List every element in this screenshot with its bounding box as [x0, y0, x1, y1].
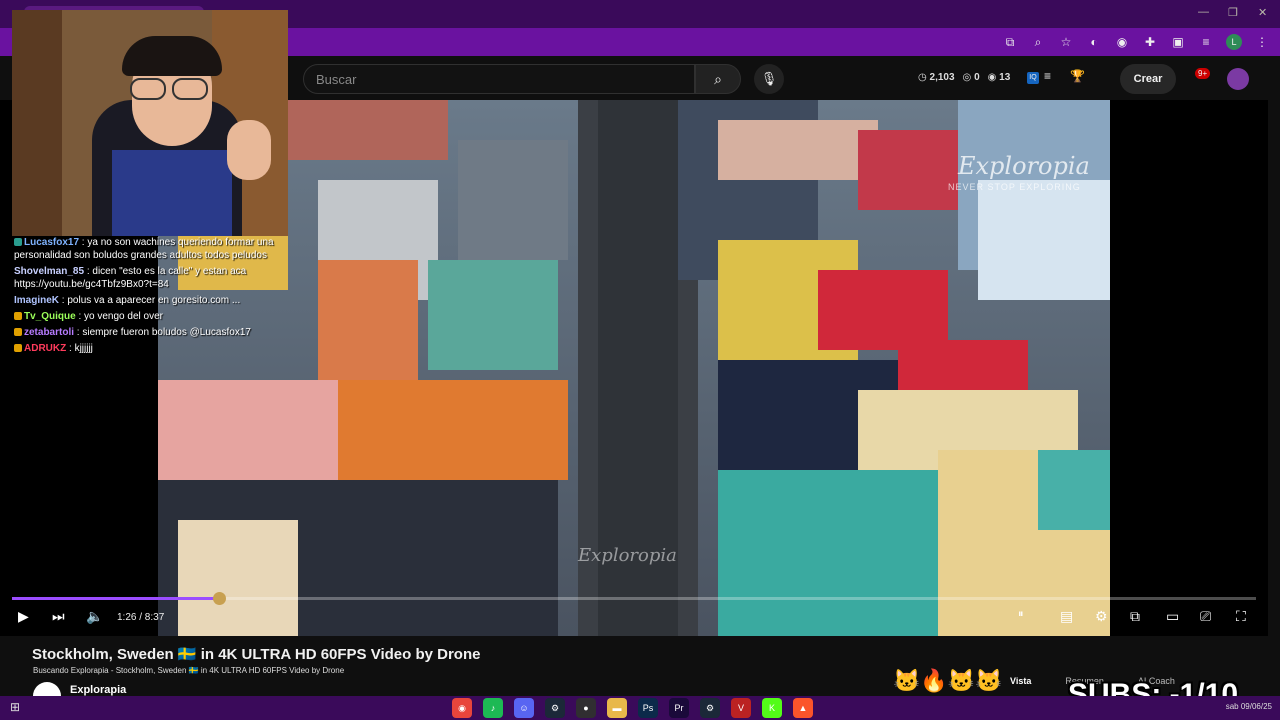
cast-icon[interactable]: ⧉: [1002, 34, 1018, 50]
chat-overlay: Lucasfox17 : ya no son wachines queriend…: [14, 236, 289, 358]
search-icon: ⌕: [714, 71, 722, 87]
playlist-icon[interactable]: ≡: [1198, 34, 1214, 50]
taskbar-app-spotify-icon[interactable]: ♪: [483, 698, 503, 718]
chat-username: Tv_Quique: [24, 311, 76, 322]
taskbar-app-premiere-icon[interactable]: Pr: [669, 698, 689, 718]
watermark-tagline: NEVER STOP EXPLORING: [948, 182, 1081, 192]
watermark-logo-bottom: Exploropia: [578, 545, 677, 566]
chat-badge-icon: [14, 312, 22, 321]
taskbar-app-steam2-icon[interactable]: ⚙: [700, 698, 720, 718]
chat-badge-icon: [14, 344, 22, 353]
taskbar-app-folder-icon[interactable]: ▬: [607, 698, 627, 718]
chat-message: Lucasfox17 : ya no son wachines queriend…: [14, 237, 274, 261]
chat-username: ADRUKZ: [24, 343, 67, 354]
create-button[interactable]: Crear: [1120, 64, 1176, 94]
close-button[interactable]: ✕: [1258, 6, 1267, 19]
chat-message: Shovelman_85 : dicen "esto es la calle" …: [14, 266, 247, 290]
cat-emotes: 🐱🔥🐱🐱: [893, 668, 1003, 693]
volume-icon[interactable]: 🔈: [86, 608, 103, 625]
time-display: 1:26 / 8:37: [117, 612, 165, 623]
more-menu-icon[interactable]: ⋮: [1254, 34, 1270, 50]
taskbar-app-voicemeeter-icon[interactable]: V: [731, 698, 751, 718]
fullscreen-icon[interactable]: ⛶: [1236, 608, 1246, 625]
count-stat: ◉ 13: [987, 72, 1011, 83]
chat-text: yo vengo del over: [84, 311, 163, 322]
watermark-logo: Exploropia: [958, 152, 1090, 180]
windows-start-icon[interactable]: ⊞: [10, 700, 20, 714]
next-button[interactable]: ⏭: [52, 608, 65, 625]
autoplay-toggle[interactable]: ⏸: [1018, 608, 1024, 621]
clock: sab 09/06/25: [1225, 702, 1272, 711]
extension-icon[interactable]: ◉: [1114, 34, 1130, 50]
video-frame[interactable]: Exploropia NEVER STOP EXPLORING Explorop…: [158, 100, 1110, 636]
maximize-button[interactable]: ❐: [1228, 6, 1238, 19]
avatar[interactable]: [1227, 68, 1249, 90]
chat-username: Lucasfox17: [24, 237, 80, 248]
taskbar-app-steam-icon[interactable]: ⚙: [545, 698, 565, 718]
menu-icon[interactable]: ≡: [1044, 69, 1051, 83]
theater-mode-icon[interactable]: ▭: [1166, 608, 1179, 625]
miniplayer-icon[interactable]: ⧉: [1130, 608, 1140, 625]
puzzle-icon[interactable]: ✚: [1142, 34, 1158, 50]
trophy-icon[interactable]: 🏆: [1070, 69, 1085, 83]
play-button[interactable]: ▶: [18, 608, 29, 625]
media-icon[interactable]: ▣: [1170, 34, 1186, 50]
subtitles-icon[interactable]: ▤: [1060, 608, 1073, 625]
search-button[interactable]: ⌕: [695, 64, 741, 94]
progress-bar[interactable]: [12, 592, 1256, 605]
taskbar-app-discord-icon[interactable]: ☺: [514, 698, 534, 718]
taskbar-app-brave-icon[interactable]: ▲: [793, 698, 813, 718]
extension-icon[interactable]: ◐: [1086, 34, 1102, 50]
taskbar-app-chrome-icon[interactable]: ◉: [452, 698, 472, 718]
chat-username: ImagineK: [14, 295, 60, 306]
chat-message: ADRUKZ : kjjjjjj: [14, 342, 289, 355]
video-title: Stockholm, Sweden 🇸🇪 in 4K ULTRA HD 60FP…: [32, 646, 481, 663]
chat-text: polus va a aparecer en goresito.com ...: [67, 295, 241, 306]
taskbar-app-kick-icon[interactable]: K: [762, 698, 782, 718]
chat-message: zetabartoli : siempre fueron boludos @Lu…: [14, 326, 289, 339]
mic-icon: 🎙: [760, 71, 778, 86]
settings-gear-icon[interactable]: ⚙: [1095, 608, 1108, 625]
bookmark-star-icon[interactable]: ☆: [1058, 34, 1074, 50]
profile-icon[interactable]: L: [1226, 34, 1242, 50]
chat-username: Shovelman_85: [14, 266, 85, 277]
taskbar-app-photoshop-icon[interactable]: Ps: [638, 698, 658, 718]
iq-icon[interactable]: IQ: [1027, 72, 1039, 84]
chat-message: ImagineK : polus va a aparecer en goresi…: [14, 295, 241, 306]
video-subtitle: Buscando Explorapia - Stockholm, Sweden …: [33, 666, 345, 675]
taskbar-app-obs-icon[interactable]: ●: [576, 698, 596, 718]
taskbar-apps: ◉ ♪ ☺ ⚙ ● ▬ Ps Pr ⚙ V K ▲: [452, 698, 813, 718]
minimize-button[interactable]: —: [1198, 6, 1209, 18]
voice-search-button[interactable]: 🎙: [754, 64, 784, 94]
chat-message: Tv_Quique : yo vengo del over: [14, 310, 289, 323]
chat-text: kjjjjjj: [74, 343, 93, 354]
chat-badge-icon: [14, 238, 22, 247]
views-stat: ◷ 2,103: [918, 72, 955, 83]
webcam-overlay: [12, 10, 288, 236]
notifications-badge[interactable]: 9+: [1195, 68, 1211, 79]
eye-stat: ◎ 0: [962, 72, 980, 83]
cast-icon[interactable]: ⎚: [1200, 608, 1211, 625]
channel-name[interactable]: Explorapia: [70, 684, 126, 696]
tab-vista[interactable]: Vista: [1010, 676, 1031, 686]
extension-stats: ◷ 2,103 ◎ 0 ◉ 13: [918, 72, 1010, 83]
search-input[interactable]: Buscar: [303, 64, 695, 94]
chat-username: zetabartoli: [24, 327, 75, 338]
progress-thumb[interactable]: [212, 592, 226, 605]
zoom-icon[interactable]: ⌕: [1030, 34, 1046, 50]
chat-text: siempre fueron boludos @Lucasfox17: [82, 327, 251, 338]
progress-fill: [12, 597, 219, 600]
chat-badge-icon: [14, 328, 22, 337]
taskbar: ⊞ ◉ ♪ ☺ ⚙ ● ▬ Ps Pr ⚙ V K ▲ sab 09/06/25: [0, 696, 1280, 720]
